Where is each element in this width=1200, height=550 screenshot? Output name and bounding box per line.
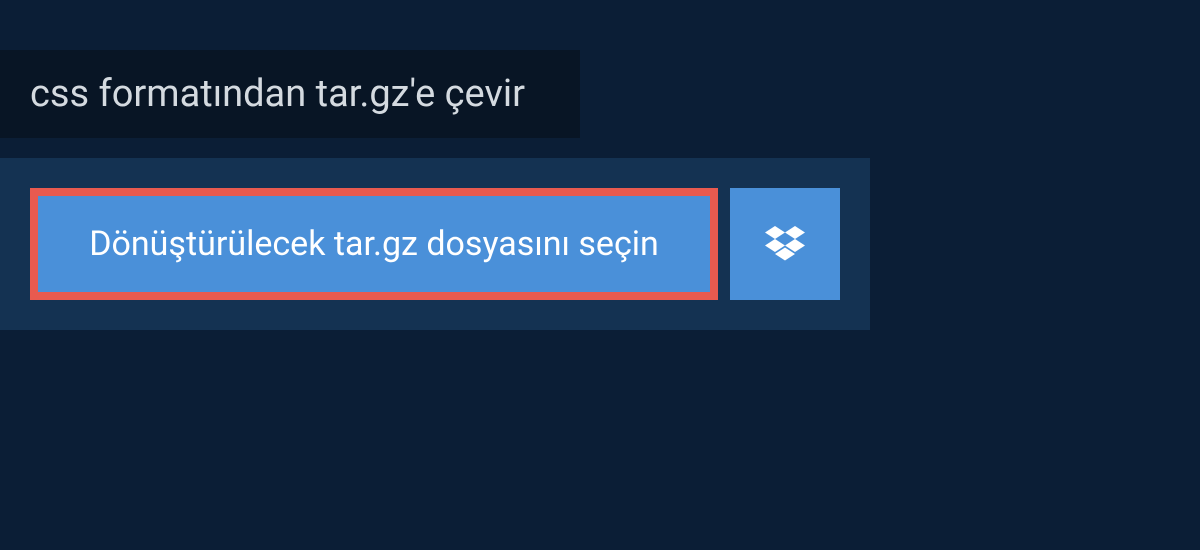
select-file-label: Dönüştürülecek tar.gz dosyasını seçin	[89, 224, 659, 264]
dropbox-icon	[765, 226, 805, 262]
page-title: css formatından tar.gz'e çevir	[0, 50, 580, 138]
upload-panel: Dönüştürülecek tar.gz dosyasını seçin	[0, 158, 870, 330]
select-file-button[interactable]: Dönüştürülecek tar.gz dosyasını seçin	[30, 188, 718, 300]
dropbox-button[interactable]	[730, 188, 840, 300]
page-title-text: css formatından tar.gz'e çevir	[30, 72, 525, 116]
